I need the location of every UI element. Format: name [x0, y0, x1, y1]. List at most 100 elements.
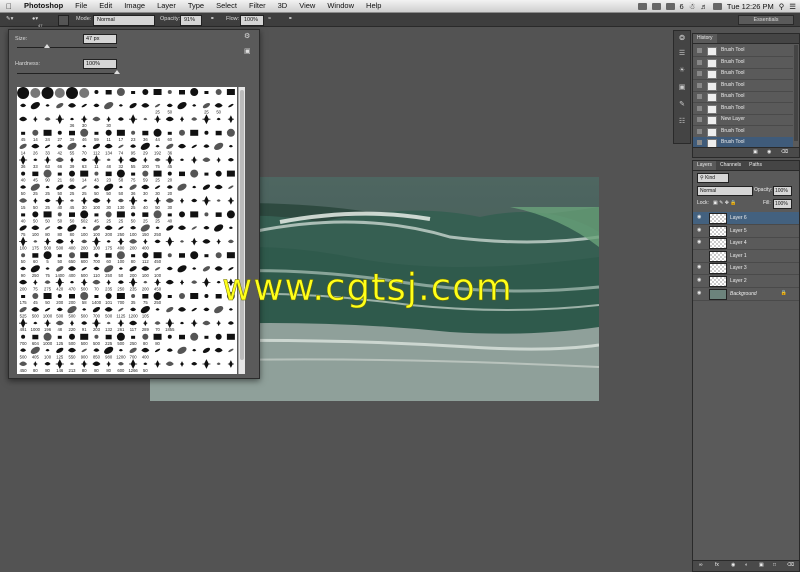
brush-thumb[interactable] — [19, 318, 28, 329]
swatches-panel-icon[interactable]: ☰ — [677, 49, 687, 59]
brush-thumb[interactable] — [155, 144, 160, 148]
brush-thumb[interactable] — [131, 254, 136, 258]
brush-thumb[interactable] — [116, 88, 125, 96]
workspace-switcher[interactable]: Essentials — [738, 15, 794, 25]
brush-thumb[interactable] — [180, 116, 184, 123]
brush-thumb[interactable] — [131, 130, 136, 135]
brush-thumb[interactable] — [19, 116, 28, 122]
history-source-icon[interactable] — [697, 82, 702, 88]
brush-thumb[interactable] — [19, 361, 28, 367]
brush-thumb[interactable] — [33, 279, 38, 286]
brush-thumb[interactable] — [80, 128, 89, 137]
brush-thumb[interactable] — [142, 170, 149, 177]
brush-thumb[interactable] — [44, 144, 51, 149]
brush-thumb[interactable] — [191, 319, 198, 328]
brush-thumb[interactable] — [178, 143, 186, 149]
brush-thumb[interactable] — [179, 211, 185, 218]
brush-thumb[interactable] — [44, 117, 51, 121]
brush-thumb[interactable] — [129, 265, 138, 272]
brush-thumb[interactable] — [55, 195, 64, 206]
brush-thumb[interactable] — [131, 335, 136, 339]
brush-thumb[interactable] — [153, 128, 162, 137]
brush-thumb[interactable] — [80, 210, 89, 219]
layer-row[interactable]: ◉ Layer 3 — [693, 262, 799, 276]
brush-thumb[interactable] — [106, 116, 111, 123]
brush-thumb[interactable] — [154, 185, 161, 190]
brush-thumb[interactable] — [142, 130, 149, 136]
brush-thumb[interactable] — [190, 129, 199, 136]
brush-thumb[interactable] — [56, 144, 63, 148]
history-source-icon[interactable] — [697, 94, 702, 99]
history-source-icon[interactable] — [697, 140, 702, 145]
tab-history[interactable]: History — [693, 34, 717, 43]
history-row[interactable]: Brush Tool — [693, 91, 793, 103]
brush-thumb[interactable] — [192, 267, 197, 270]
trash-icon[interactable]: ⌫ — [781, 149, 788, 155]
brush-thumb[interactable] — [190, 88, 199, 96]
brush-thumb[interactable] — [129, 320, 138, 326]
brush-thumb[interactable] — [167, 171, 172, 176]
brush-thumb[interactable] — [204, 335, 209, 339]
brush-thumb[interactable] — [154, 278, 161, 287]
brush-thumb[interactable] — [154, 321, 161, 325]
battery-icon[interactable] — [712, 2, 722, 10]
brush-thumb[interactable] — [203, 307, 210, 312]
brush-thumb[interactable] — [106, 321, 111, 325]
brush-thumb[interactable] — [129, 239, 138, 244]
brush-thumb[interactable] — [179, 90, 185, 95]
brush-thumb[interactable] — [81, 158, 88, 162]
brush-thumb[interactable] — [32, 171, 39, 177]
brush-thumb[interactable] — [55, 277, 64, 288]
brush-thumb[interactable] — [228, 103, 234, 108]
brush-thumb[interactable] — [142, 89, 149, 95]
brush-thumb[interactable] — [105, 171, 112, 177]
brush-thumb[interactable] — [94, 213, 99, 217]
brush-thumb[interactable] — [191, 156, 198, 164]
brush-thumb[interactable] — [94, 171, 99, 176]
brush-thumb[interactable] — [103, 101, 115, 111]
brush-thumb[interactable] — [105, 334, 112, 340]
sync-icon[interactable] — [665, 2, 675, 10]
brush-thumb[interactable] — [165, 236, 174, 247]
brush-thumb[interactable] — [191, 117, 198, 121]
brush-thumb[interactable] — [153, 252, 162, 259]
trash-icon[interactable]: ⌫ — [787, 562, 794, 568]
brush-thumb[interactable] — [203, 144, 210, 148]
brush-thumb[interactable] — [118, 307, 124, 312]
brush-thumb[interactable] — [81, 360, 88, 368]
brush-thumb[interactable] — [166, 348, 173, 352]
brush-thumb[interactable] — [214, 347, 223, 353]
brush-thumb[interactable] — [227, 360, 234, 368]
brush-thumb[interactable] — [104, 225, 113, 231]
brush-thumb[interactable] — [153, 89, 162, 95]
brush-thumbnails[interactable]: 25 50 25 5036 30 3045 14 24 27 39 46 59 11 17 23 36 44 60… — [17, 87, 237, 374]
brush-thumb[interactable] — [180, 361, 184, 367]
layer-row[interactable]: ◉ Layer 6 — [693, 212, 799, 225]
filter-kind-select[interactable]: ⚲ Kind — [697, 173, 729, 183]
adjustments-panel-icon[interactable]: ☀ — [677, 66, 687, 76]
brush-thumb[interactable] — [165, 279, 174, 285]
brush-thumb[interactable] — [142, 252, 149, 259]
color-panel-icon[interactable]: ❂ — [677, 34, 687, 44]
brush-thumb[interactable] — [141, 103, 150, 108]
brush-thumb[interactable] — [92, 318, 101, 329]
brush-thumb[interactable] — [153, 292, 162, 300]
brush-thumb[interactable] — [82, 226, 87, 230]
brush-thumb[interactable] — [215, 212, 222, 217]
brush-thumb[interactable] — [154, 115, 161, 124]
brush-thumb[interactable] — [167, 131, 172, 135]
brush-thumb[interactable] — [176, 182, 188, 192]
menu-item-3d[interactable]: 3D — [272, 0, 294, 12]
brush-thumb[interactable] — [94, 90, 99, 94]
brush-thumb[interactable] — [81, 321, 88, 325]
brush-thumb[interactable] — [33, 158, 38, 162]
menu-item-select[interactable]: Select — [210, 0, 243, 12]
brush-thumb[interactable] — [131, 294, 136, 298]
brush-thumb[interactable] — [20, 348, 27, 352]
brush-thumb[interactable] — [81, 196, 88, 205]
brush-thumb[interactable] — [215, 130, 222, 136]
brush-thumb[interactable] — [130, 144, 137, 148]
mask-icon[interactable]: ◉ — [731, 562, 735, 568]
brush-thumb[interactable] — [166, 103, 173, 108]
eye-icon[interactable] — [697, 253, 703, 258]
